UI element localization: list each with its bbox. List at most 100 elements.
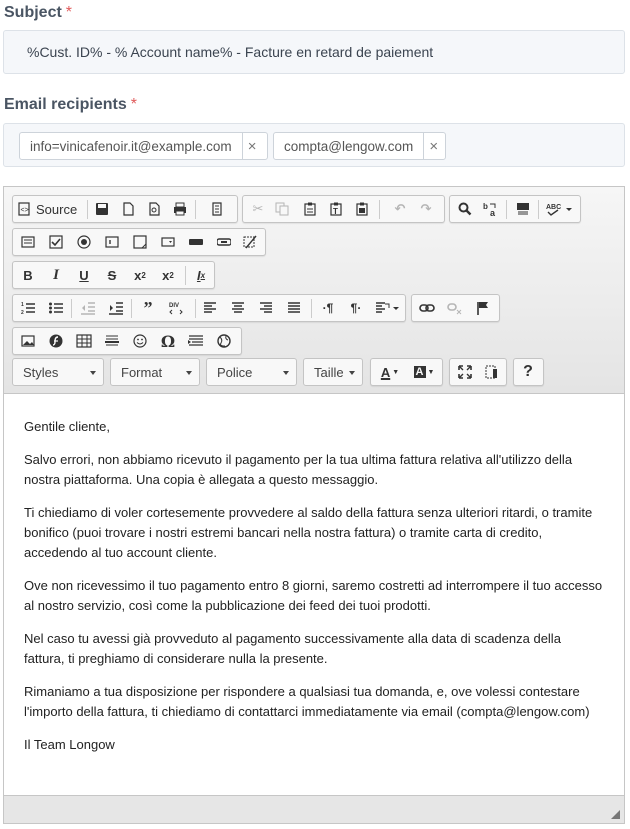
numbered-list-button[interactable]: 12 bbox=[17, 298, 39, 318]
smiley-icon bbox=[133, 334, 147, 348]
toolbar-group-paragraph: 12 ” DIV ·¶ ¶· bbox=[12, 294, 406, 322]
chevron-down-icon bbox=[283, 371, 289, 375]
cut-button[interactable]: ✂ bbox=[247, 199, 269, 219]
resize-handle-icon[interactable] bbox=[611, 810, 620, 819]
indent-button[interactable] bbox=[105, 298, 127, 318]
justify-button[interactable] bbox=[283, 298, 305, 318]
image-button[interactable] bbox=[17, 331, 39, 351]
recipients-label-text: Email recipients bbox=[4, 96, 127, 113]
select-field-button[interactable] bbox=[157, 232, 179, 252]
source-icon: <> bbox=[18, 202, 30, 216]
checkbox-button[interactable] bbox=[45, 232, 67, 252]
remove-format-button[interactable]: Ix bbox=[190, 265, 212, 285]
preview-button[interactable] bbox=[143, 199, 165, 219]
copy-button[interactable] bbox=[271, 199, 293, 219]
hidden-field-button[interactable] bbox=[239, 232, 261, 252]
bulleted-list-button[interactable] bbox=[45, 298, 67, 318]
new-page-button[interactable] bbox=[117, 199, 139, 219]
toolbar-group-colors: A ▼ A ▼ bbox=[370, 358, 443, 386]
create-div-button[interactable]: DIV bbox=[165, 298, 187, 318]
show-blocks-button[interactable] bbox=[480, 362, 502, 382]
body-paragraph: Ti chiediamo di voler cortesemente provv… bbox=[24, 505, 593, 560]
styles-dropdown-label: Styles bbox=[23, 365, 59, 380]
rich-text-editor: <> Source ✂ T ↶ ↷ ba ABC B I U S x 2 x 2… bbox=[3, 186, 625, 824]
find-button[interactable] bbox=[454, 199, 476, 219]
source-button[interactable]: <> Source bbox=[17, 199, 83, 219]
styles-dropdown[interactable]: Styles bbox=[12, 358, 104, 386]
remove-recipient-icon[interactable]: × bbox=[423, 133, 443, 159]
smiley-button[interactable] bbox=[129, 331, 151, 351]
body-paragraph: Rimaniamo a tua disposizione per rispond… bbox=[24, 684, 590, 719]
background-color-button[interactable]: A ▼ bbox=[409, 362, 439, 382]
text-color-button[interactable]: A ▼ bbox=[375, 362, 405, 382]
button-field-button[interactable] bbox=[185, 232, 207, 252]
link-button[interactable] bbox=[416, 298, 438, 318]
toolbar-separator bbox=[538, 200, 539, 219]
superscript-button[interactable]: x2 bbox=[157, 265, 179, 285]
recipient-chip[interactable]: compta@lengow.com × bbox=[273, 132, 446, 160]
subject-value: %Cust. ID% - % Account name% - Facture e… bbox=[27, 44, 434, 60]
paste-text-button[interactable]: T bbox=[325, 199, 347, 219]
table-button[interactable] bbox=[73, 331, 95, 351]
image-button-field-button[interactable] bbox=[213, 232, 235, 252]
format-dropdown[interactable]: Format bbox=[110, 358, 200, 386]
recipient-chip[interactable]: info=vinicafenoir.it@example.com × bbox=[19, 132, 268, 160]
help-button[interactable]: ? bbox=[517, 362, 539, 382]
language-icon bbox=[376, 302, 399, 313]
language-button[interactable] bbox=[373, 298, 401, 318]
horizontal-rule-button[interactable] bbox=[101, 331, 123, 351]
spellcheck-button[interactable]: ABC bbox=[542, 199, 576, 219]
print-button[interactable] bbox=[169, 199, 191, 219]
anchor-button[interactable] bbox=[472, 298, 494, 318]
size-dropdown[interactable]: Taille bbox=[303, 358, 363, 386]
toolbar-group-editing: ba ABC bbox=[449, 195, 581, 223]
select-all-button[interactable] bbox=[512, 199, 534, 219]
recipients-input[interactable]: info=vinicafenoir.it@example.com × compt… bbox=[3, 123, 625, 167]
replace-button[interactable]: ba bbox=[480, 199, 502, 219]
font-dropdown-label: Police bbox=[217, 365, 253, 380]
align-center-button[interactable] bbox=[227, 298, 249, 318]
blockquote-button[interactable]: ” bbox=[137, 298, 159, 318]
textarea-button[interactable] bbox=[129, 232, 151, 252]
svg-text:DIV: DIV bbox=[169, 303, 179, 309]
maximize-button[interactable] bbox=[454, 362, 476, 382]
toolbar-separator bbox=[131, 299, 132, 318]
outdent-button[interactable] bbox=[77, 298, 99, 318]
align-right-button[interactable] bbox=[255, 298, 277, 318]
chevron-down-icon bbox=[186, 371, 192, 375]
strike-button[interactable]: S bbox=[101, 265, 123, 285]
subscript-button[interactable]: x2 bbox=[129, 265, 151, 285]
subject-input[interactable]: %Cust. ID% - % Account name% - Facture e… bbox=[3, 30, 625, 74]
bold-button[interactable]: B bbox=[17, 265, 39, 285]
indent-icon bbox=[109, 302, 123, 315]
redo-button[interactable]: ↷ bbox=[415, 199, 437, 219]
radio-button[interactable] bbox=[73, 232, 95, 252]
hidden-field-icon bbox=[243, 235, 257, 249]
save-button[interactable] bbox=[91, 199, 113, 219]
font-dropdown[interactable]: Police bbox=[206, 358, 297, 386]
page-break-button[interactable] bbox=[185, 331, 207, 351]
underline-button[interactable]: U bbox=[73, 265, 95, 285]
special-char-button[interactable]: Ω bbox=[157, 331, 179, 351]
paste-button[interactable] bbox=[299, 199, 321, 219]
form-button[interactable] bbox=[17, 232, 39, 252]
toolbar-group-document: <> Source bbox=[12, 195, 238, 223]
toolbar-group-clipboard: ✂ T ↶ ↷ bbox=[242, 195, 445, 223]
editor-status-bar bbox=[4, 795, 624, 823]
undo-button[interactable]: ↶ bbox=[389, 199, 411, 219]
italic-button[interactable]: I bbox=[45, 265, 67, 285]
flash-button[interactable] bbox=[45, 331, 67, 351]
textfield-button[interactable] bbox=[101, 232, 123, 252]
editor-content[interactable]: Gentile cliente, Salvo errori, non abbia… bbox=[4, 395, 624, 795]
format-dropdown-label: Format bbox=[121, 365, 163, 380]
align-left-button[interactable] bbox=[199, 298, 221, 318]
iframe-button[interactable] bbox=[213, 331, 235, 351]
paste-word-button[interactable] bbox=[351, 199, 373, 219]
templates-button[interactable] bbox=[206, 199, 228, 219]
spellcheck-icon: ABC bbox=[546, 204, 572, 216]
unlink-button[interactable] bbox=[444, 298, 466, 318]
bulleted-list-icon bbox=[49, 302, 63, 314]
rtl-button[interactable]: ¶· bbox=[345, 298, 367, 318]
ltr-button[interactable]: ·¶ bbox=[317, 298, 339, 318]
remove-recipient-icon[interactable]: × bbox=[241, 133, 262, 159]
